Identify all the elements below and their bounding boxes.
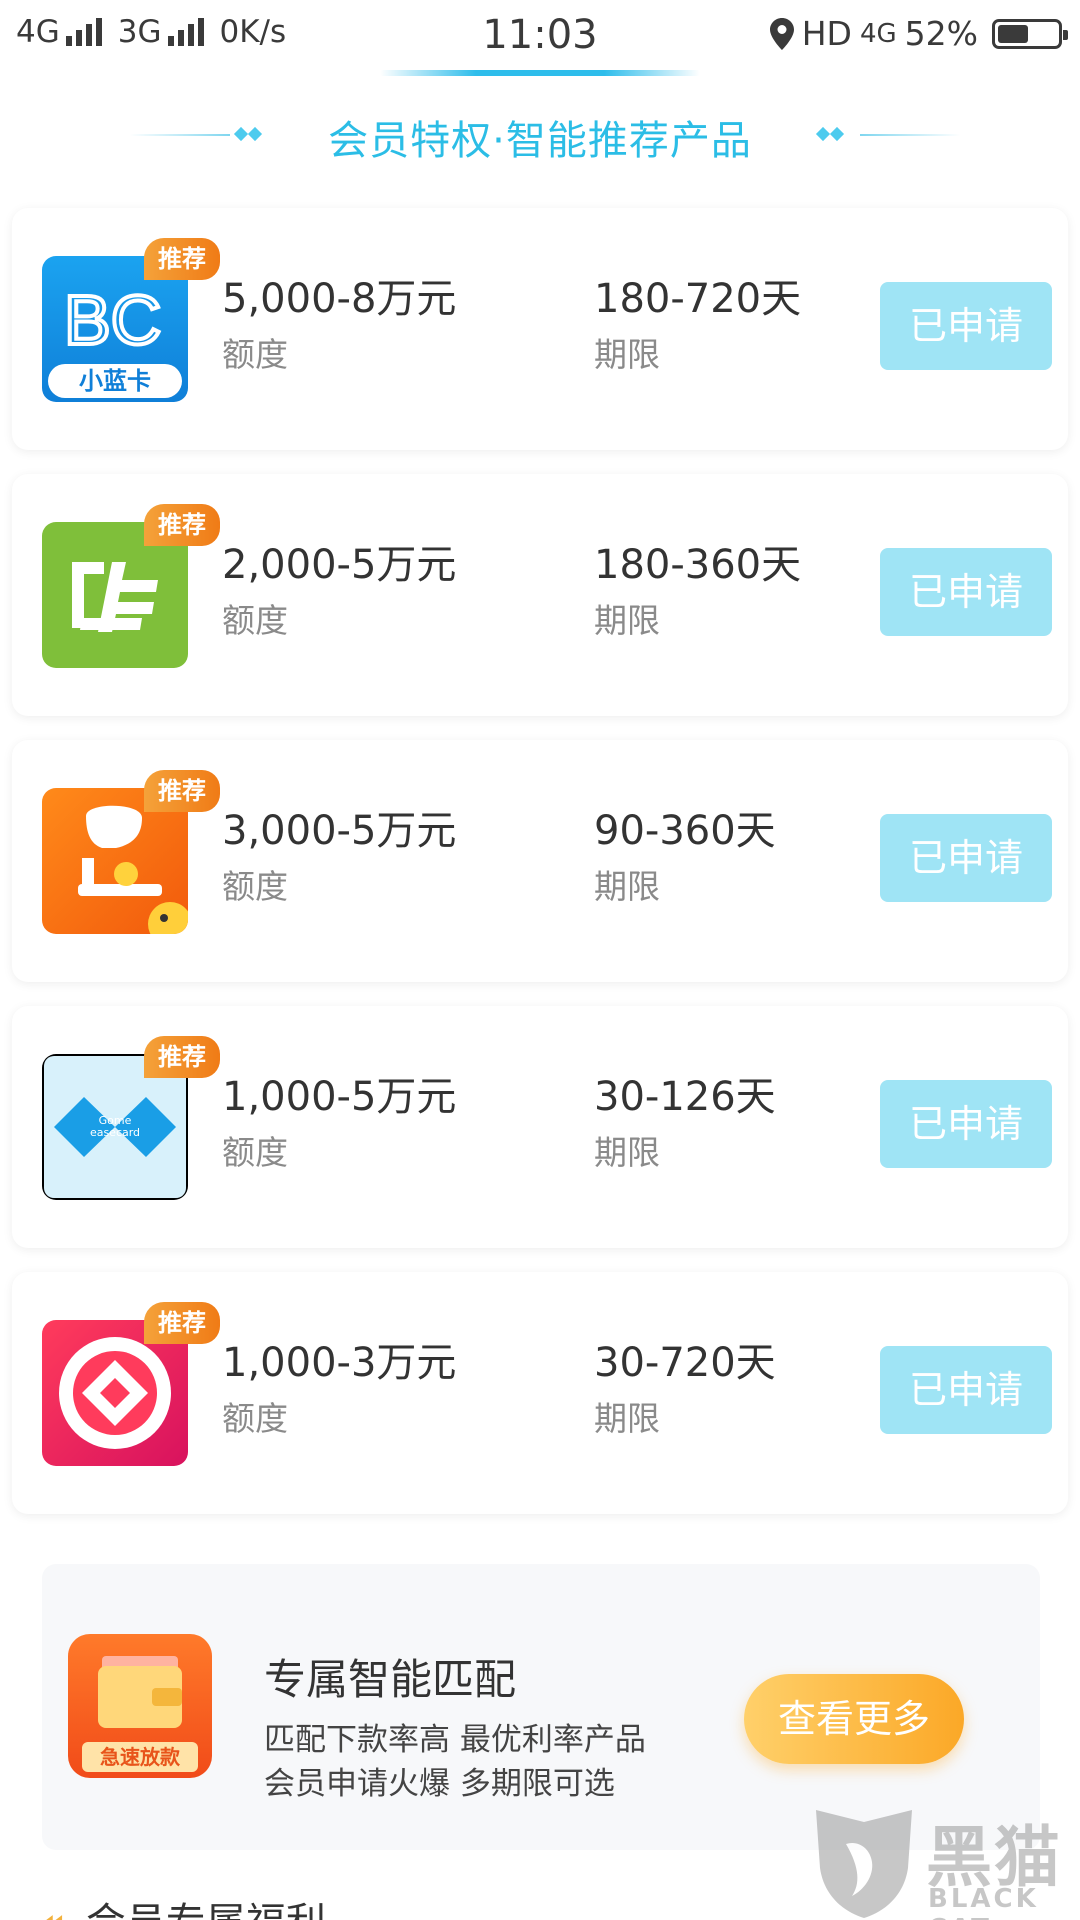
product-card[interactable]: 推荐 2,000-5万元 额度 180-360天 期限 已申请 [12,474,1068,716]
term-label: 期限 [594,335,660,374]
product-term: 180-360天 [594,542,802,588]
product-amount: 2,000-5万元 [222,542,457,588]
svg-text:BC: BC [64,281,161,359]
recommend-badge: 推荐 [144,1036,220,1078]
recommend-badge: 推荐 [144,238,220,280]
battery-percent: 52% [904,14,978,53]
product-amount: 1,000-3万元 [222,1340,457,1386]
applied-button[interactable]: 已申请 [880,1346,1052,1434]
recommend-badge: 推荐 [144,770,220,812]
wallet-icon: 急速放款 [68,1634,212,1778]
watermark-subtext: BLACK CAT [928,1884,1039,1920]
term-label: 期限 [594,1133,660,1172]
amount-label: 额度 [222,601,288,640]
network-type-3: 4G [859,18,897,49]
battery-level [998,24,1028,43]
product-term: 90-360天 [594,808,776,854]
recommend-badge: 推荐 [144,1302,220,1344]
section-header: 会员特权·智能推荐产品 [0,100,1080,170]
product-card[interactable]: 推荐 3,000-5万元 额度 90-360天 期限 已申请 [12,740,1068,982]
section-title: 会员特权·智能推荐产品 [328,118,752,164]
member-benefits-title: 会员专属福利 [86,1900,326,1920]
term-label: 期限 [594,867,660,906]
amount-label: 额度 [222,867,288,906]
applied-button[interactable]: 已申请 [880,1080,1052,1168]
applied-button[interactable]: 已申请 [880,814,1052,902]
smart-match-title: 专属智能匹配 [264,1655,517,1704]
status-bar: 4G 3G 0K/s 11:03 HD 4G 52% [0,0,1080,76]
view-more-button[interactable]: 查看更多 [744,1674,964,1764]
status-bar-right: HD 4G 52% [769,14,1068,53]
product-card[interactable]: BC 小蓝卡 推荐 5,000-8万元 额度 180-720天 期限 已申请 [12,208,1068,450]
product-amount: 1,000-5万元 [222,1074,457,1120]
product-term: 30-720天 [594,1340,776,1386]
product-term: 30-126天 [594,1074,776,1120]
amount-label: 额度 [222,1133,288,1172]
product-card[interactable]: 推荐 1,000-3万元 额度 30-720天 期限 已申请 [12,1272,1068,1514]
svg-text:急速放款: 急速放款 [100,1745,181,1769]
cat-shield-icon [816,1810,912,1918]
recommend-badge: 推荐 [144,504,220,546]
term-label: 期限 [594,601,660,640]
product-amount: 3,000-5万元 [222,808,457,854]
header-deco-line-right [860,134,960,136]
term-label: 期限 [594,1399,660,1438]
location-icon [769,17,794,50]
smart-match-desc: 会员申请火爆 多期限可选 [264,1766,615,1802]
battery-icon [992,18,1068,49]
wallet-logo-art: 急速放款 [82,1656,198,1772]
chevron-icon: « [40,1900,66,1920]
time-underline [380,70,700,76]
applied-button[interactable]: 已申请 [880,282,1052,370]
svg-text:小蓝卡: 小蓝卡 [79,367,151,395]
member-benefits-heading: « 会员专属福利 [40,1890,326,1920]
amount-label: 额度 [222,1399,288,1438]
amount-label: 额度 [222,335,288,374]
black-cat-watermark: 黑猫 BLACK CAT [808,1804,1080,1920]
svg-text:easecard: easecard [90,1126,140,1139]
product-card[interactable]: Gome easecard 推荐 1,000-5万元 额度 30-126天 期限… [12,1006,1068,1248]
applied-button[interactable]: 已申请 [880,548,1052,636]
product-term: 180-720天 [594,276,802,322]
smart-match-desc: 匹配下款率高 最优利率产品 [264,1722,646,1758]
hd-indicator: HD [801,14,852,53]
product-amount: 5,000-8万元 [222,276,457,322]
